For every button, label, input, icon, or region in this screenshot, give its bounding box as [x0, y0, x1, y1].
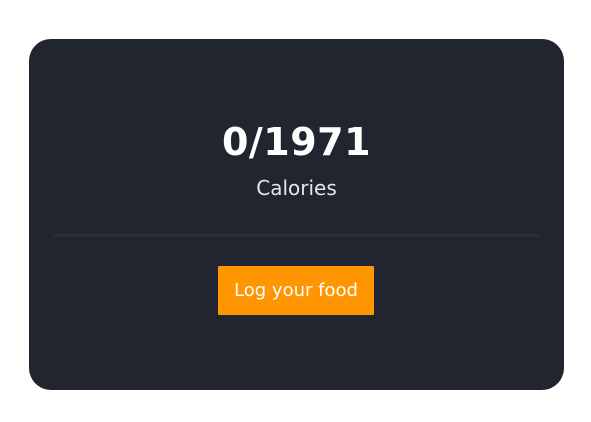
log-food-button[interactable]: Log your food	[218, 266, 374, 315]
calorie-label: Calories	[256, 176, 337, 200]
divider	[54, 234, 539, 237]
calorie-card: 0/1971 Calories Log your food	[29, 39, 564, 390]
calorie-count: 0/1971	[221, 120, 372, 164]
